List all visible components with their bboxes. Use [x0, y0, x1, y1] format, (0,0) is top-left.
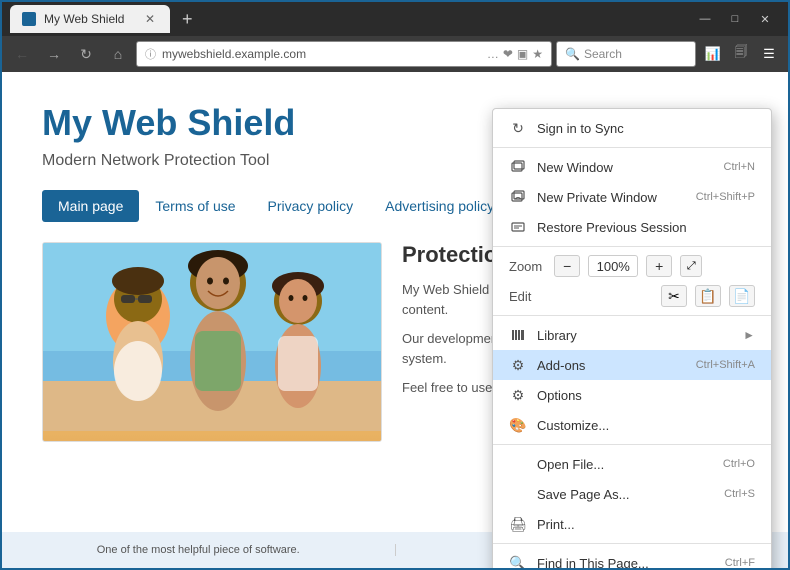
container-icon: ▣ — [517, 47, 528, 61]
cut-button[interactable]: ✂ — [661, 285, 687, 307]
pocket-icon[interactable]: ❤ — [503, 47, 513, 61]
menu-item-addons[interactable]: ⚙ Add-ons Ctrl+Shift+A — [493, 350, 771, 380]
menu-item-library[interactable]: Library ► — [493, 320, 771, 350]
search-icon: 🔍 — [565, 47, 580, 61]
maximize-button[interactable]: □ — [720, 5, 750, 33]
forward-button[interactable]: → — [40, 40, 68, 68]
restore-icon — [509, 218, 527, 236]
private-window-icon — [509, 188, 527, 206]
edit-label: Edit — [509, 289, 531, 304]
menu-item-new-window[interactable]: New Window Ctrl+N — [493, 152, 771, 182]
copy-button[interactable]: 📋 — [695, 285, 721, 307]
menu-separator-1 — [493, 147, 771, 148]
edit-row: Edit ✂ 📋 📄 — [493, 281, 771, 311]
zoom-minus-button[interactable]: − — [554, 255, 580, 277]
nav-terms[interactable]: Terms of use — [139, 190, 251, 222]
menu-label-sign-in-sync: Sign in to Sync — [537, 121, 755, 136]
bookmark-icon[interactable]: ★ — [532, 47, 543, 61]
menu-item-sign-in-sync[interactable]: ↻ Sign in to Sync — [493, 113, 771, 143]
library-icon — [509, 326, 527, 344]
tab-close-button[interactable]: ✕ — [142, 11, 158, 27]
menu-separator-2 — [493, 246, 771, 247]
stats-icon[interactable]: 📊 — [700, 41, 726, 67]
menu-shortcut-save-page: Ctrl+S — [724, 488, 755, 500]
testimonial-1: One of the most helpful piece of softwar… — [2, 544, 396, 556]
page-content: ✷ My Web Shield Modern Network Protectio… — [2, 72, 788, 568]
customize-icon: 🎨 — [509, 416, 527, 434]
search-bar[interactable]: 🔍 Search — [556, 41, 696, 67]
menu-separator-4 — [493, 444, 771, 445]
menu-label-print: Print... — [537, 517, 755, 532]
menu-button[interactable]: ☰ — [756, 41, 782, 67]
home-button[interactable]: ⌂ — [104, 40, 132, 68]
menu-label-find: Find in This Page... — [537, 556, 715, 569]
open-file-icon — [509, 455, 527, 473]
menu-separator-3 — [493, 315, 771, 316]
menu-item-restore-session[interactable]: Restore Previous Session — [493, 212, 771, 242]
nav-bar: ← → ↻ ⌂ ⓘ mywebshield.example.com … ❤ ▣ … — [2, 36, 788, 72]
new-window-icon — [509, 158, 527, 176]
window-controls: — □ ✕ — [690, 5, 780, 33]
menu-item-options[interactable]: ⚙ Options — [493, 380, 771, 410]
zoom-expand-button[interactable]: ⤢ — [680, 255, 702, 277]
sidebar-icon[interactable]: 🗐 — [728, 41, 754, 67]
address-text: mywebshield.example.com — [162, 47, 487, 61]
nav-privacy[interactable]: Privacy policy — [252, 190, 370, 222]
title-bar: My Web Shield ✕ + — □ ✕ — [2, 2, 788, 36]
menu-label-save-page: Save Page As... — [537, 487, 714, 502]
menu-shortcut-new-window: Ctrl+N — [724, 161, 755, 173]
back-button[interactable]: ← — [8, 40, 36, 68]
nav-advertising[interactable]: Advertising policy — [369, 190, 510, 222]
menu-label-open-file: Open File... — [537, 457, 713, 472]
menu-item-private-window[interactable]: New Private Window Ctrl+Shift+P — [493, 182, 771, 212]
menu-item-find[interactable]: 🔍 Find in This Page... Ctrl+F — [493, 548, 771, 568]
menu-label-addons: Add-ons — [537, 358, 686, 373]
toolbar-icons: 📊 🗐 ☰ — [700, 41, 782, 67]
menu-label-restore-session: Restore Previous Session — [537, 220, 755, 235]
nav-main-page[interactable]: Main page — [42, 190, 139, 222]
people-image — [43, 243, 381, 441]
paste-button[interactable]: 📄 — [729, 285, 755, 307]
menu-item-customize[interactable]: 🎨 Customize... — [493, 410, 771, 440]
search-placeholder: Search — [584, 47, 622, 61]
tab-title: My Web Shield — [44, 12, 124, 26]
menu-label-options: Options — [537, 388, 755, 403]
addons-icon: ⚙ — [509, 356, 527, 374]
menu-separator-5 — [493, 543, 771, 544]
menu-shortcut-private-window: Ctrl+Shift+P — [696, 191, 755, 203]
zoom-plus-button[interactable]: + — [646, 255, 672, 277]
options-icon: ⚙ — [509, 386, 527, 404]
tab-favicon — [22, 12, 36, 26]
zoom-label: Zoom — [509, 259, 542, 274]
zoom-value: 100% — [588, 255, 638, 277]
new-tab-button[interactable]: + — [174, 9, 201, 30]
address-info-icon: ⓘ — [145, 46, 156, 62]
find-icon: 🔍 — [509, 554, 527, 568]
menu-label-library: Library — [537, 328, 733, 343]
address-bar[interactable]: ⓘ mywebshield.example.com … ❤ ▣ ★ — [136, 41, 552, 67]
menu-label-private-window: New Private Window — [537, 190, 686, 205]
save-page-icon — [509, 485, 527, 503]
browser-tab[interactable]: My Web Shield ✕ — [10, 5, 170, 33]
address-icons: … ❤ ▣ ★ — [487, 47, 543, 61]
zoom-row: Zoom − 100% + ⤢ — [493, 251, 771, 281]
close-button[interactable]: ✕ — [750, 5, 780, 33]
library-arrow: ► — [743, 328, 755, 342]
print-icon: 🖨 — [509, 515, 527, 533]
browser-window: My Web Shield ✕ + — □ ✕ ← → ↻ ⌂ ⓘ mywebs… — [0, 0, 790, 570]
menu-shortcut-addons: Ctrl+Shift+A — [696, 359, 755, 371]
menu-label-new-window: New Window — [537, 160, 714, 175]
menu-shortcut-find: Ctrl+F — [725, 557, 755, 568]
hero-image — [42, 242, 382, 442]
menu-shortcut-open-file: Ctrl+O — [723, 458, 755, 470]
context-menu: ↻ Sign in to Sync New Window Ctrl+N New … — [492, 108, 772, 568]
reload-button[interactable]: ↻ — [72, 40, 100, 68]
menu-item-open-file[interactable]: Open File... Ctrl+O — [493, 449, 771, 479]
minimize-button[interactable]: — — [690, 5, 720, 33]
sync-icon: ↻ — [509, 119, 527, 137]
menu-item-print[interactable]: 🖨 Print... — [493, 509, 771, 539]
menu-label-customize: Customize... — [537, 418, 755, 433]
menu-item-save-page[interactable]: Save Page As... Ctrl+S — [493, 479, 771, 509]
more-icon: … — [487, 47, 499, 61]
